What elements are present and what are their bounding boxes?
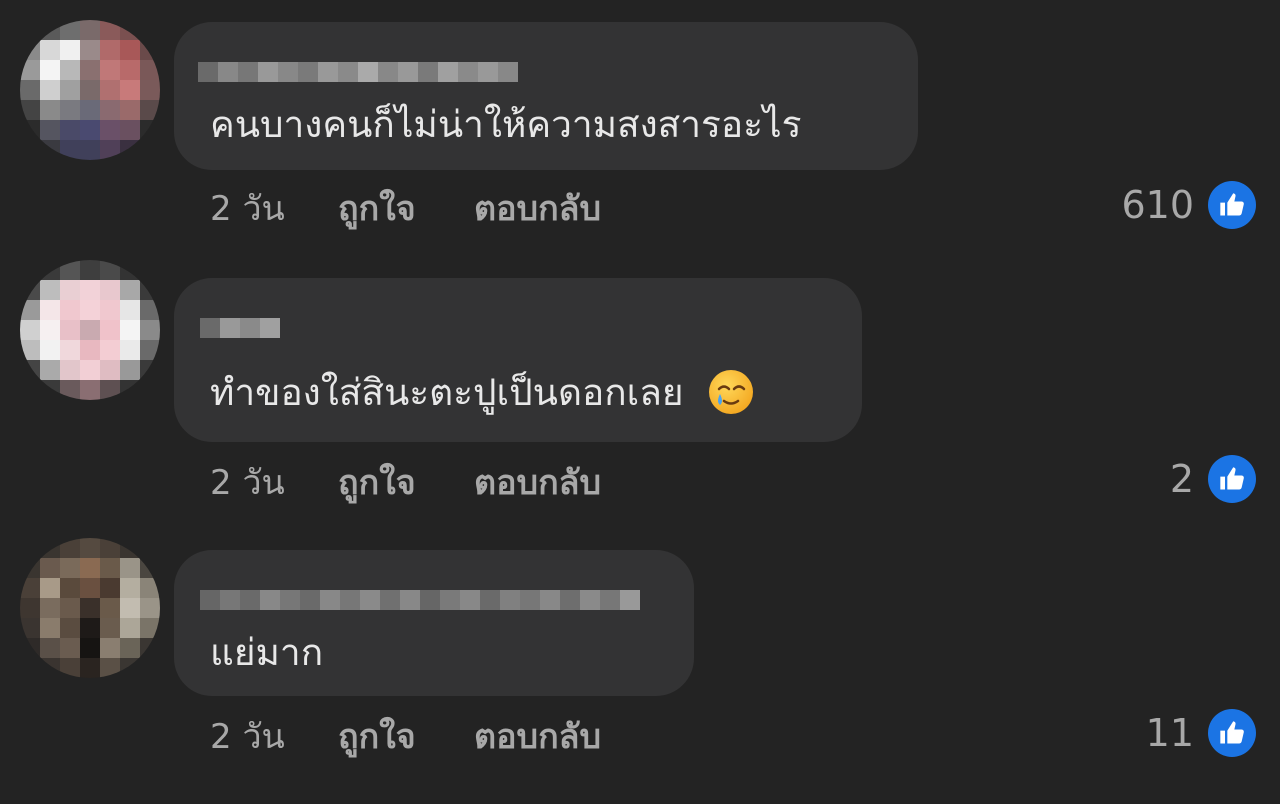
avatar[interactable]	[20, 260, 160, 400]
comment-item: แย่มาก 2 วัน ถูกใจ ตอบกลับ 11	[0, 530, 1280, 804]
reaction-count: 610	[1121, 183, 1194, 227]
comment-item: คนบางคนก็ไม่น่าให้ความสงสารอะไร 2 วัน ถู…	[0, 0, 1280, 260]
comment-text-content: ทำของใส่สินะตะปูเป็นดอกเลย	[210, 371, 684, 414]
thumbs-up-icon	[1208, 181, 1256, 229]
reaction-count: 2	[1169, 457, 1194, 501]
like-button[interactable]: ถูกใจ	[338, 709, 474, 763]
like-button[interactable]: ถูกใจ	[338, 455, 474, 509]
comment-timestamp[interactable]: 2 วัน	[210, 709, 338, 763]
reaction-summary[interactable]: 2	[1170, 454, 1256, 504]
comment-text-content: คนบางคนก็ไม่น่าให้ความสงสารอะไร	[210, 103, 802, 146]
comment-actions: 2 วัน ถูกใจ ตอบกลับ	[210, 714, 601, 758]
thumbs-up-icon	[1208, 455, 1256, 503]
reaction-count: 11	[1145, 711, 1194, 755]
smiling-face-with-tear-emoji	[707, 368, 755, 416]
comment-bubble: คนบางคนก็ไม่น่าให้ความสงสารอะไร	[174, 22, 918, 170]
comment-bubble: แย่มาก	[174, 550, 694, 696]
author-name-redacted[interactable]	[198, 62, 518, 82]
comment-text: คนบางคนก็ไม่น่าให้ความสงสารอะไร	[210, 102, 802, 148]
thumbs-up-icon	[1208, 709, 1256, 757]
author-name-redacted[interactable]	[200, 318, 280, 338]
comment-bubble: ทำของใส่สินะตะปูเป็นดอกเลย	[174, 278, 862, 442]
reply-button[interactable]: ตอบกลับ	[474, 181, 601, 235]
avatar[interactable]	[20, 20, 160, 160]
comment-text: ทำของใส่สินะตะปูเป็นดอกเลย	[210, 368, 755, 416]
reaction-summary[interactable]: 11	[1146, 708, 1256, 758]
comment-actions: 2 วัน ถูกใจ ตอบกลับ	[210, 460, 601, 504]
comment-timestamp[interactable]: 2 วัน	[210, 455, 338, 509]
comment-text: แย่มาก	[210, 630, 323, 676]
comment-timestamp[interactable]: 2 วัน	[210, 181, 338, 235]
comment-actions: 2 วัน ถูกใจ ตอบกลับ	[210, 186, 601, 230]
like-button[interactable]: ถูกใจ	[338, 181, 474, 235]
reply-button[interactable]: ตอบกลับ	[474, 455, 601, 509]
comment-text-content: แย่มาก	[210, 631, 324, 674]
comment-item: ทำของใส่สินะตะปูเป็นดอกเลย 2 วัน ถูกใจ ต…	[0, 260, 1280, 530]
reply-button[interactable]: ตอบกลับ	[474, 709, 601, 763]
author-name-redacted[interactable]	[200, 590, 640, 610]
avatar[interactable]	[20, 538, 160, 678]
reaction-summary[interactable]: 610	[1121, 180, 1256, 230]
